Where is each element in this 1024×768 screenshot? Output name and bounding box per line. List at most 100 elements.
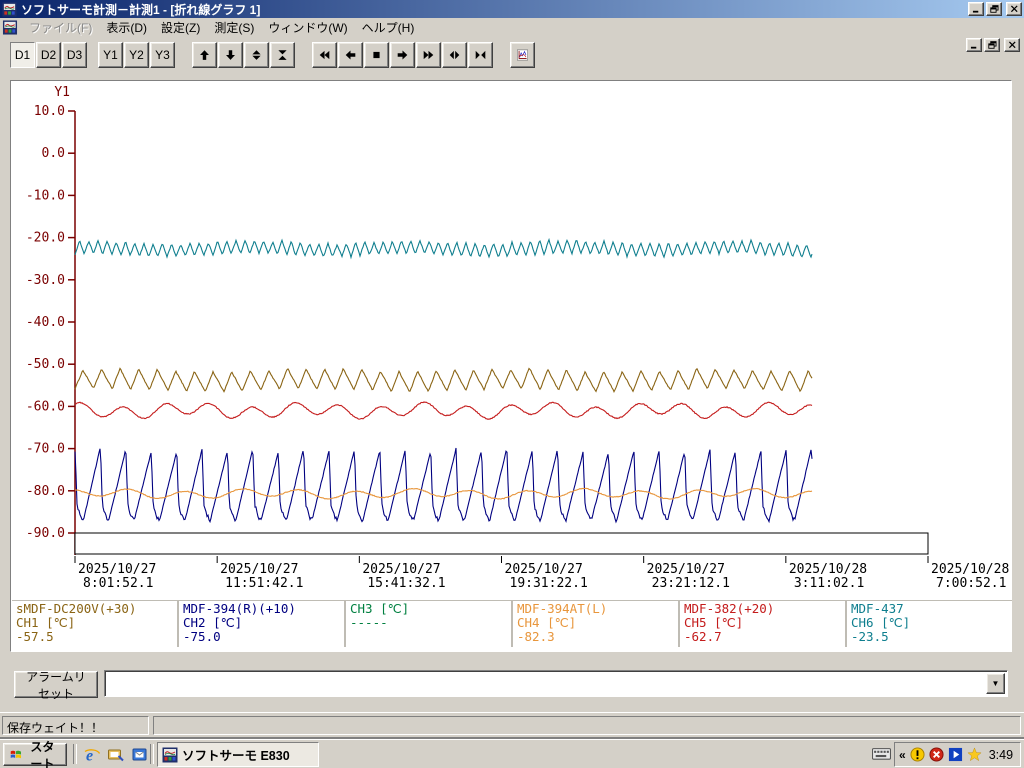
toolbar-expand-vertical-button[interactable] [244,42,269,68]
trace-ch5 [75,402,812,420]
task-button-label: ソフトサーモ E830 [182,745,290,764]
menu-item-5[interactable]: ヘルプ(H) [355,17,422,38]
legend-value: ----- [350,616,507,630]
alarm-combobox-value[interactable] [107,673,986,694]
legend-cell-ch5: MDF-382(+20)CH5 [℃]-62.7 [680,601,845,647]
svg-text:7:00:52.1: 7:00:52.1 [936,576,1006,591]
toolbar-arrow-up-button[interactable] [192,42,217,68]
menu-item-4[interactable]: ウィンドウ(W) [261,17,354,38]
toolbar-button-d1[interactable]: D1 [10,42,35,68]
svg-text:2025/10/27: 2025/10/27 [647,562,725,577]
menu-bar: ファイル(F)表示(D)設定(Z)測定(S)ウィンドウ(W)ヘルプ(H) [0,18,1024,37]
svg-text:Y1: Y1 [54,85,70,100]
windows-logo-icon [10,747,22,763]
toolbar-button-y1[interactable]: Y1 [98,42,123,68]
legend-cell-ch4: MDF-394AT(L)CH4 [℃]-82.3 [513,601,678,647]
svg-text:8:01:52.1: 8:01:52.1 [83,576,153,591]
toolbar-fast-forward-button[interactable] [416,42,441,68]
alarm-combobox[interactable]: ▼ [104,670,1008,697]
svg-text:-90.0: -90.0 [26,526,65,541]
toolbar-button-d2[interactable]: D2 [36,42,61,68]
legend-value: -82.3 [517,630,674,644]
svg-text:15:41:32.1: 15:41:32.1 [367,576,445,591]
toolbar-button-d3[interactable]: D3 [62,42,87,68]
svg-text:3:11:02.1: 3:11:02.1 [794,576,864,591]
toolbar-button-y3[interactable]: Y3 [150,42,175,68]
system-tray: « 3:49 [894,742,1021,767]
taskbar: スタート e ソフトサーモ E830 « 3:49 [0,739,1024,768]
svg-text:2025/10/28: 2025/10/28 [931,562,1009,577]
start-button[interactable]: スタート [3,743,67,766]
minimize-button[interactable] [968,2,984,16]
toolbar-separator [176,42,192,68]
toolbar-rewind-button[interactable] [312,42,337,68]
taskbar-divider [150,744,154,764]
svg-text:-70.0: -70.0 [26,442,65,457]
legend-channel: CH5 [℃] [684,616,841,630]
toolbar-expand-horizontal-button[interactable] [442,42,467,68]
combobox-dropdown-button[interactable]: ▼ [986,673,1005,694]
task-button-softthermo[interactable]: ソフトサーモ E830 [157,742,319,767]
status-message: 保存ウェイト！！ [2,716,149,735]
mdi-child-icon[interactable] [2,20,18,35]
title-bar: ソフトサーモ計測－計測1 - [折れ線グラフ 1] [0,0,1024,18]
internet-explorer-icon[interactable]: e [82,745,101,764]
svg-text:-20.0: -20.0 [26,231,65,246]
toolbar-arrow-right-button[interactable] [390,42,415,68]
legend-title: MDF-394(R)(+10) [183,602,340,616]
legend-channel: CH4 [℃] [517,616,674,630]
trace-ch1 [75,368,812,391]
legend-cell-ch6: MDF-437CH6 [℃]-23.5 [847,601,1012,647]
favorites-star-icon[interactable] [967,747,982,762]
toolbar-stop-button[interactable] [364,42,389,68]
toolbar-separator [494,42,510,68]
toolbar-compress-horizontal-button[interactable] [468,42,493,68]
svg-text:-60.0: -60.0 [26,399,65,414]
show-desktop-icon[interactable] [106,745,125,764]
close-button[interactable] [1006,2,1022,16]
media-player-tray-icon[interactable] [948,747,963,762]
legend-value: -57.5 [16,630,173,644]
alarm-reset-button[interactable]: アラームリセット [14,671,98,698]
menu-item-3[interactable]: 測定(S) [207,17,261,38]
svg-text:0.0: 0.0 [42,146,65,161]
menu-item-2[interactable]: 設定(Z) [154,17,207,38]
toolbar-chart-button[interactable] [510,42,535,68]
legend-channel: CH1 [℃] [16,616,173,630]
toolbar: D1D2D3 Y1Y2Y3 [0,37,1024,75]
svg-text:-80.0: -80.0 [26,484,65,499]
restore-button[interactable] [986,2,1002,16]
svg-text:2025/10/27: 2025/10/27 [78,562,156,577]
legend-channel: CH6 [℃] [851,616,1008,630]
app-icon [162,747,178,763]
svg-text:2025/10/27: 2025/10/27 [505,562,583,577]
start-button-label: スタート [25,738,60,768]
legend-title: MDF-437 [851,602,1008,616]
toolbar-compress-vertical-button[interactable] [270,42,295,68]
menu-item-1[interactable]: 表示(D) [99,17,154,38]
window-title: ソフトサーモ計測－計測1 - [折れ線グラフ 1] [21,1,260,18]
toolbar-separator [88,42,98,68]
legend-channel: CH2 [℃] [183,616,340,630]
legend-title: MDF-394AT(L) [517,602,674,616]
security-warning-icon[interactable] [910,747,925,762]
svg-text:2025/10/28: 2025/10/28 [789,562,867,577]
security-alert-icon[interactable] [929,747,944,762]
legend-value: -75.0 [183,630,340,644]
toolbar-arrow-left-button[interactable] [338,42,363,68]
trace-ch2 [75,448,812,522]
keyboard-layout-icon[interactable] [872,746,891,761]
outlook-express-icon[interactable] [130,745,149,764]
tray-collapse-chevron[interactable]: « [899,748,906,762]
svg-text:19:31:22.1: 19:31:22.1 [510,576,588,591]
status-bar: 保存ウェイト！！ [0,712,1024,739]
svg-text:10.0: 10.0 [34,104,65,119]
status-cell-2 [153,716,1021,735]
svg-text:23:21:12.1: 23:21:12.1 [652,576,730,591]
svg-text:11:51:42.1: 11:51:42.1 [225,576,303,591]
taskbar-clock: 3:49 [989,748,1013,762]
toolbar-arrow-down-button[interactable] [218,42,243,68]
line-chart[interactable]: Y110.00.0-10.0-20.0-30.0-40.0-50.0-60.0-… [11,81,1011,599]
toolbar-button-y2[interactable]: Y2 [124,42,149,68]
svg-text:2025/10/27: 2025/10/27 [362,562,440,577]
